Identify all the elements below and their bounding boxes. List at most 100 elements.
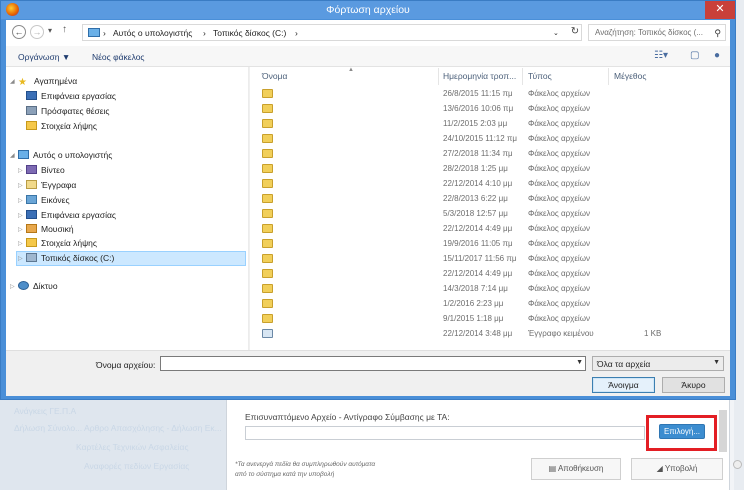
folder-icon — [262, 194, 273, 203]
view-options-icon[interactable]: ☷▾ — [654, 50, 668, 61]
file-row[interactable]: 5/3/2018 12:57 μμ Φάκελος αρχείων — [250, 207, 730, 222]
file-type: Έγγραφο κειμένου — [528, 329, 594, 338]
file-type: Φάκελος αρχείων — [528, 299, 590, 308]
file-row[interactable]: 26/8/2015 11:15 πμ Φάκελος αρχείων — [250, 87, 730, 102]
tree-label: Δίκτυο — [33, 281, 58, 291]
tree-favorites[interactable]: ◢ ★ Αγαπημένα — [10, 76, 77, 89]
filename-input[interactable]: ▼ — [160, 356, 586, 371]
breadcrumb-local-disk[interactable]: Τοπικός δίσκος (C:) — [213, 28, 286, 38]
scroll-top-icon[interactable] — [733, 460, 742, 469]
recent-locations-icon[interactable]: ▾ — [48, 26, 52, 35]
file-row[interactable]: 15/11/2017 11:56 πμ Φάκελος αρχείων — [250, 252, 730, 267]
tree-item-desktop-pc[interactable]: ▷ Επιφάνεια εργασίας — [18, 210, 116, 223]
expand-icon[interactable]: ▷ — [18, 240, 26, 247]
save-label: Αποθήκευση — [557, 464, 604, 473]
column-header-name[interactable]: Όνομα — [262, 71, 287, 81]
cancel-button[interactable]: Άκυρο — [662, 377, 725, 393]
expand-icon[interactable]: ▷ — [18, 255, 26, 262]
attachment-input[interactable] — [245, 426, 645, 440]
column-divider[interactable] — [608, 68, 609, 85]
dialog-footer: Όνομα αρχείου: ▼ Όλα τα αρχεία ▼ Άνοιγμα… — [6, 350, 730, 396]
column-divider[interactable] — [438, 68, 439, 85]
forward-button[interactable]: → — [30, 25, 44, 39]
file-date: 9/1/2015 1:18 μμ — [443, 314, 504, 323]
open-button[interactable]: Άνοιγμα — [592, 377, 655, 393]
file-row[interactable]: 11/2/2015 2:03 μμ Φάκελος αρχείων — [250, 117, 730, 132]
recent-places-icon — [26, 106, 37, 115]
up-button[interactable]: ↑ — [62, 24, 67, 35]
expand-icon[interactable]: ▷ — [18, 167, 26, 174]
refresh-icon[interactable]: ↻ — [568, 24, 582, 41]
attachment-form-panel: Επισυναπτόμενο Αρχείο - Αντίγραφο Σύμβασ… — [226, 396, 730, 490]
folder-icon — [262, 224, 273, 233]
file-row[interactable]: 13/6/2016 10:06 πμ Φάκελος αρχείων — [250, 102, 730, 117]
save-button[interactable]: ▤ Αποθήκευση — [531, 458, 621, 480]
column-header-size[interactable]: Μέγεθος — [614, 71, 646, 81]
file-row[interactable]: 27/2/2018 11:34 πμ Φάκελος αρχείων — [250, 147, 730, 162]
search-icon[interactable]: ⚲ — [714, 28, 721, 39]
organize-menu[interactable]: Οργάνωση ▼ — [18, 52, 70, 62]
tree-item-documents[interactable]: ▷ Έγγραφα — [18, 180, 76, 193]
tree-item-desktop[interactable]: Επιφάνεια εργασίας — [26, 91, 116, 104]
preview-pane-icon[interactable]: ▢ — [690, 50, 699, 61]
text-file-icon — [262, 329, 273, 338]
tree-item-downloads[interactable]: Στοιχεία λήψης — [26, 121, 97, 134]
file-open-dialog: Φόρτωση αρχείου ✕ ← → ▾ ↑ › Αυτός ο υπολ… — [0, 0, 736, 400]
collapse-icon[interactable]: ◢ — [10, 152, 18, 159]
tree-item-pictures[interactable]: ▷ Εικόνες — [18, 195, 70, 208]
expand-icon[interactable]: ▷ — [10, 283, 18, 290]
expand-icon[interactable]: ▷ — [18, 226, 26, 233]
close-button[interactable]: ✕ — [705, 1, 735, 19]
column-header-type[interactable]: Τύπος — [528, 71, 552, 81]
tree-item-videos[interactable]: ▷ Βίντεο — [18, 165, 65, 178]
chevron-down-icon: ▼ — [713, 359, 720, 366]
file-row[interactable]: 22/12/2014 3:48 μμ Έγγραφο κειμένου 1 KB — [250, 327, 730, 342]
folder-icon — [262, 254, 273, 263]
form-note-line: *Τα ανενεργά πεδία θα συμπληρωθούν αυτόμ… — [235, 461, 376, 468]
file-row[interactable]: 14/3/2018 7:14 μμ Φάκελος αρχείων — [250, 282, 730, 297]
file-row[interactable]: 9/1/2015 1:18 μμ Φάκελος αρχείων — [250, 312, 730, 327]
column-header-date[interactable]: Ημερομηνία τροπ... — [443, 71, 516, 81]
file-type: Φάκελος αρχείων — [528, 254, 590, 263]
expand-icon[interactable]: ▷ — [18, 182, 26, 189]
file-row[interactable]: 22/12/2014 4:49 μμ Φάκελος αρχείων — [250, 222, 730, 237]
expand-icon[interactable]: ▷ — [18, 197, 26, 204]
tree-item-local-disk[interactable]: ▷ Τοπικός δίσκος (C:) — [16, 251, 246, 266]
form-scrollbar[interactable] — [719, 410, 727, 452]
back-button[interactable]: ← — [12, 25, 26, 39]
file-type: Φάκελος αρχείων — [528, 269, 590, 278]
submit-button[interactable]: ◢ Υποβολή — [631, 458, 723, 480]
folder-icon — [262, 134, 273, 143]
breadcrumb-this-pc[interactable]: Αυτός ο υπολογιστής — [113, 28, 192, 38]
desktop-icon — [26, 91, 37, 100]
file-row[interactable]: 1/2/2016 2:23 μμ Φάκελος αρχείων — [250, 297, 730, 312]
file-date: 1/2/2016 2:23 μμ — [443, 299, 504, 308]
address-dropdown-icon[interactable]: ⌄ — [553, 29, 559, 37]
file-row[interactable]: 24/10/2015 11:12 πμ Φάκελος αρχείων — [250, 132, 730, 147]
file-row[interactable]: 28/2/2018 1:25 μμ Φάκελος αρχείων — [250, 162, 730, 177]
new-folder-button[interactable]: Νέος φάκελος — [92, 52, 145, 62]
file-date: 14/3/2018 7:14 μμ — [443, 284, 508, 293]
tree-label: Τοπικός δίσκος (C:) — [41, 253, 115, 263]
tree-label: Πρόσφατες θέσεις — [41, 106, 110, 116]
tree-item-music[interactable]: ▷ Μουσική — [18, 224, 74, 237]
search-input[interactable]: Αναζήτηση: Τοπικός δίσκος (... ⚲ — [588, 24, 726, 41]
tree-item-downloads-pc[interactable]: ▷ Στοιχεία λήψης — [18, 238, 97, 251]
file-row[interactable]: 22/12/2014 4:10 μμ Φάκελος αρχείων — [250, 177, 730, 192]
collapse-icon[interactable]: ◢ — [10, 78, 18, 85]
title-bar[interactable]: Φόρτωση αρχείου ✕ — [1, 1, 735, 19]
address-bar[interactable]: › Αυτός ο υπολογιστής › Τοπικός δίσκος (… — [82, 24, 582, 41]
file-row[interactable]: 22/8/2013 6:22 μμ Φάκελος αρχείων — [250, 192, 730, 207]
folder-icon — [262, 164, 273, 173]
file-row[interactable]: 19/9/2016 11:05 πμ Φάκελος αρχείων — [250, 237, 730, 252]
chevron-down-icon[interactable]: ▼ — [576, 359, 583, 366]
file-row[interactable]: 22/12/2014 4:49 μμ Φάκελος αρχείων — [250, 267, 730, 282]
tree-this-pc[interactable]: ◢ Αυτός ο υπολογιστής — [10, 150, 112, 163]
tree-network[interactable]: ▷ Δίκτυο — [10, 281, 58, 294]
column-divider[interactable] — [522, 68, 523, 85]
filetype-select[interactable]: Όλα τα αρχεία ▼ — [592, 356, 724, 371]
file-list: ▲ Όνομα Ημερομηνία τροπ... Τύπος Μέγεθος… — [250, 67, 730, 350]
tree-item-recent[interactable]: Πρόσφατες θέσεις — [26, 106, 110, 119]
help-icon[interactable]: ● — [714, 50, 720, 61]
expand-icon[interactable]: ▷ — [18, 212, 26, 219]
